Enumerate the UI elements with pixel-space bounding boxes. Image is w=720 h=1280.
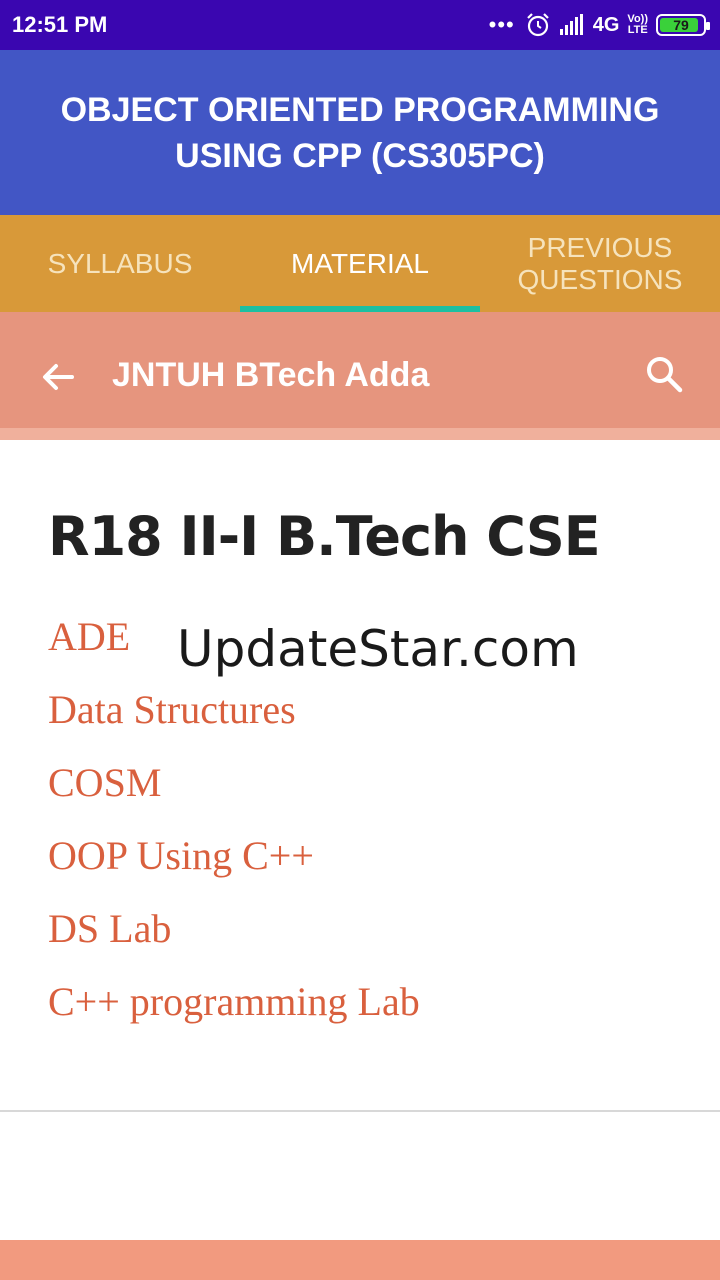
- network-type: 4G: [592, 13, 620, 36]
- bottom-bar: [0, 1240, 720, 1280]
- material-link-list: ADE Data Structures COSM OOP Using C++ D…: [48, 615, 420, 1053]
- link-cosm[interactable]: COSM: [48, 761, 420, 834]
- search-icon[interactable]: [644, 354, 684, 394]
- web-header: JNTUH BTech Adda: [0, 312, 720, 440]
- status-time: 12:51 PM: [12, 12, 108, 37]
- battery-icon: 79: [656, 14, 710, 36]
- signal-icon: [559, 14, 583, 35]
- page-title: OBJECT ORIENTED PROGRAMMING USING CPP (C…: [60, 90, 660, 175]
- notification-dots-icon: •••: [488, 12, 515, 37]
- alarm-icon: [526, 13, 549, 37]
- volte-icon: Vo)) LTE: [627, 13, 648, 36]
- tab-material[interactable]: MATERIAL: [240, 215, 480, 312]
- link-cpp-programming-lab[interactable]: C++ programming Lab: [48, 980, 420, 1053]
- tab-previous-questions[interactable]: PREVIOUS QUESTIONS: [480, 215, 720, 312]
- watermark-text: UpdateStar.com: [177, 620, 579, 678]
- section-heading: R18 II-I B.Tech CSE: [48, 505, 601, 568]
- link-oop-using-cpp[interactable]: OOP Using C++: [48, 834, 420, 907]
- tab-syllabus[interactable]: SYLLABUS: [0, 215, 240, 312]
- content-area: R18 II-I B.Tech CSE ADE Data Structures …: [0, 450, 720, 1112]
- link-ds-lab[interactable]: DS Lab: [48, 907, 420, 980]
- battery-level: 79: [673, 17, 689, 33]
- tab-bar: SYLLABUS MATERIAL PREVIOUS QUESTIONS: [0, 215, 720, 312]
- app-bar: OBJECT ORIENTED PROGRAMMING USING CPP (C…: [0, 50, 720, 215]
- site-title: JNTUH BTech Adda: [112, 356, 430, 394]
- link-data-structures[interactable]: Data Structures: [48, 688, 420, 761]
- status-icons: ••• 4G Vo)) LTE 79: [488, 10, 710, 40]
- back-arrow-icon[interactable]: [38, 357, 78, 397]
- status-bar: 12:51 PM ••• 4G Vo)) LTE 79: [0, 0, 720, 50]
